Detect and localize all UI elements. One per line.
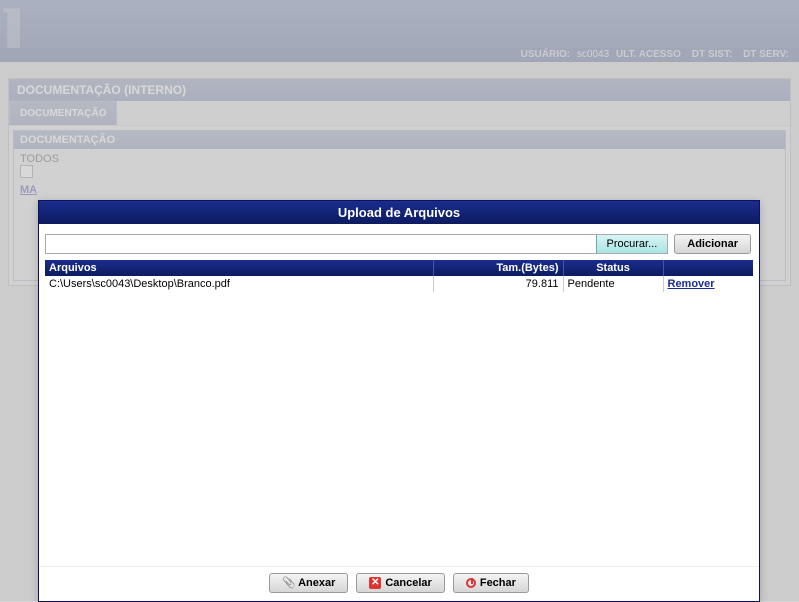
modal-actions: Anexar Cancelar Fechar bbox=[39, 566, 759, 601]
upload-modal: Upload de Arquivos Procurar... Adicionar… bbox=[38, 200, 760, 602]
cell-size: 79.811 bbox=[433, 276, 563, 292]
modal-title: Upload de Arquivos bbox=[39, 201, 759, 224]
procurar-button[interactable]: Procurar... bbox=[596, 235, 668, 253]
remover-link[interactable]: Remover bbox=[668, 278, 715, 290]
col-action bbox=[663, 260, 753, 276]
cancelar-button[interactable]: Cancelar bbox=[356, 573, 444, 593]
power-icon bbox=[466, 578, 476, 588]
col-arquivos: Arquivos bbox=[45, 260, 433, 276]
cell-file: C:\Users\sc0043\Desktop\Branco.pdf bbox=[45, 276, 433, 292]
col-status: Status bbox=[563, 260, 663, 276]
cancelar-label: Cancelar bbox=[385, 577, 431, 589]
fechar-button[interactable]: Fechar bbox=[453, 573, 529, 593]
clip-icon bbox=[282, 577, 294, 589]
cell-status: Pendente bbox=[563, 276, 663, 292]
file-path-input[interactable]: Procurar... bbox=[45, 234, 668, 254]
cancel-icon bbox=[369, 577, 381, 589]
files-table: Arquivos Tam.(Bytes) Status C:\Users\sc0… bbox=[45, 260, 753, 292]
adicionar-button[interactable]: Adicionar bbox=[674, 234, 751, 254]
table-row: C:\Users\sc0043\Desktop\Branco.pdf79.811… bbox=[45, 276, 753, 292]
adicionar-label: Adicionar bbox=[687, 238, 738, 250]
anexar-button[interactable]: Anexar bbox=[269, 573, 348, 593]
anexar-label: Anexar bbox=[298, 577, 335, 589]
col-tam: Tam.(Bytes) bbox=[433, 260, 563, 276]
fechar-label: Fechar bbox=[480, 577, 516, 589]
